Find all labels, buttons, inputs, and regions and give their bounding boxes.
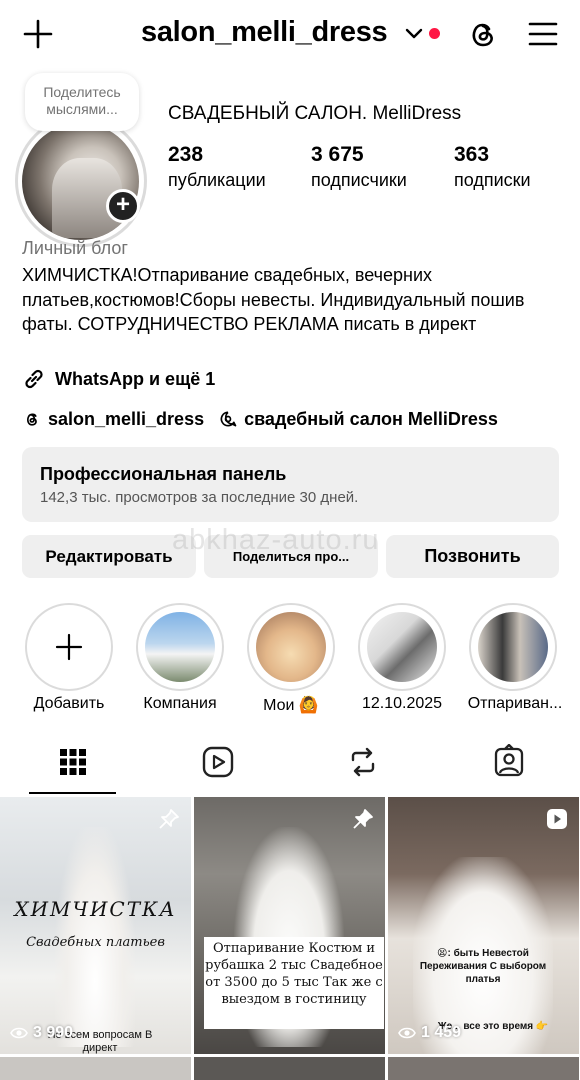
eye-icon xyxy=(398,1027,416,1039)
channel-icon xyxy=(220,411,237,427)
notification-dot xyxy=(429,28,440,39)
display-name: СВАДЕБНЫЙ САЛОН. MelliDress xyxy=(168,103,462,124)
pin-icon xyxy=(353,809,373,829)
following-label[interactable]: подписки xyxy=(454,170,531,191)
note-bubble[interactable]: Поделитесь мыслями... xyxy=(25,73,139,131)
link-icon xyxy=(25,369,43,389)
post-overlay-subtitle: Свадебных платьев xyxy=(26,935,165,950)
posts-label[interactable]: публикации xyxy=(168,170,266,191)
plus-icon[interactable] xyxy=(22,18,54,50)
top-bar: salon_melli_dress xyxy=(0,0,580,70)
account-username[interactable]: salon_melli_dress xyxy=(141,16,388,49)
edit-profile-button[interactable]: Редактировать xyxy=(22,535,196,578)
highlight-cover xyxy=(256,612,326,682)
highlight-cover xyxy=(367,612,437,682)
threads-links: salon_melli_dress свадебный салон MelliD… xyxy=(22,406,498,432)
highlight-label: 12.10.2025 xyxy=(361,695,443,712)
add-story-button[interactable]: + xyxy=(106,189,140,223)
pin-icon xyxy=(159,809,179,829)
post-thumbnail[interactable] xyxy=(0,1057,191,1080)
posts-count[interactable]: 238 xyxy=(168,143,203,167)
highlight-label: Отпариван... xyxy=(467,695,563,712)
bio-link-text[interactable]: WhatsApp и ещё 1 xyxy=(55,369,215,390)
bio-link[interactable]: WhatsApp и ещё 1 xyxy=(22,366,215,392)
threads-icon[interactable] xyxy=(466,17,500,51)
highlight-label: Добавить xyxy=(33,695,105,712)
post-overlay-text: 😫: быть Невестой Переживания С выбором п… xyxy=(419,948,547,985)
profile-bio: ХИМЧИСТКА!Отпаривание свадебных, вечерни… xyxy=(22,265,525,334)
highlight-label: Мои 🙆 xyxy=(263,697,319,714)
view-count: 1 459 xyxy=(398,1024,461,1042)
chevron-down-icon[interactable] xyxy=(404,26,424,42)
threads-channel[interactable]: свадебный салон MelliDress xyxy=(244,409,498,430)
post-thumbnail[interactable]: Отпаривание Костюм и рубашка 2 тыс Сваде… xyxy=(194,797,385,1054)
following-count[interactable]: 363 xyxy=(454,143,489,167)
followers-count[interactable]: 3 675 xyxy=(311,143,364,167)
reel-icon xyxy=(547,809,567,829)
pro-panel-title: Профессиональная панель xyxy=(40,464,287,484)
post-thumbnail[interactable]: ХИМЧИСТКА Свадебных платьев По всем вопр… xyxy=(0,797,191,1054)
highlight-label: Компания xyxy=(143,695,217,712)
view-count: 3 990 xyxy=(10,1024,73,1042)
highlight-cover xyxy=(145,612,215,682)
eye-icon xyxy=(10,1027,28,1039)
active-tab-indicator xyxy=(29,792,116,794)
profile-category: Личный блог xyxy=(22,238,128,258)
followers-label[interactable]: подписчики xyxy=(311,170,407,191)
repost-icon[interactable] xyxy=(345,744,381,780)
tagged-icon[interactable] xyxy=(491,744,527,780)
post-thumbnail[interactable] xyxy=(194,1057,385,1080)
post-thumbnail[interactable] xyxy=(388,1057,579,1080)
highlight-cover xyxy=(478,612,548,682)
professional-dashboard[interactable]: Профессиональная панель 142,3 тыс. просм… xyxy=(22,447,559,522)
grid-icon[interactable] xyxy=(55,744,91,780)
post-overlay-text: Отпаривание Костюм и рубашка 2 тыс Сваде… xyxy=(204,937,384,1029)
post-overlay-title: ХИМЧИСТКА xyxy=(14,897,177,921)
post-thumbnail[interactable]: 😫: быть Невестой Переживания С выбором п… xyxy=(388,797,579,1054)
call-button[interactable]: Позвонить xyxy=(386,535,559,578)
pro-panel-subtitle: 142,3 тыс. просмотров за последние 30 дн… xyxy=(40,489,359,506)
reels-icon[interactable] xyxy=(200,744,236,780)
share-profile-button[interactable]: Поделиться про... xyxy=(204,535,378,578)
plus-icon xyxy=(55,633,83,661)
threads-handle[interactable]: salon_melli_dress xyxy=(48,409,204,430)
menu-icon[interactable] xyxy=(527,21,559,47)
threads-icon xyxy=(23,410,41,428)
